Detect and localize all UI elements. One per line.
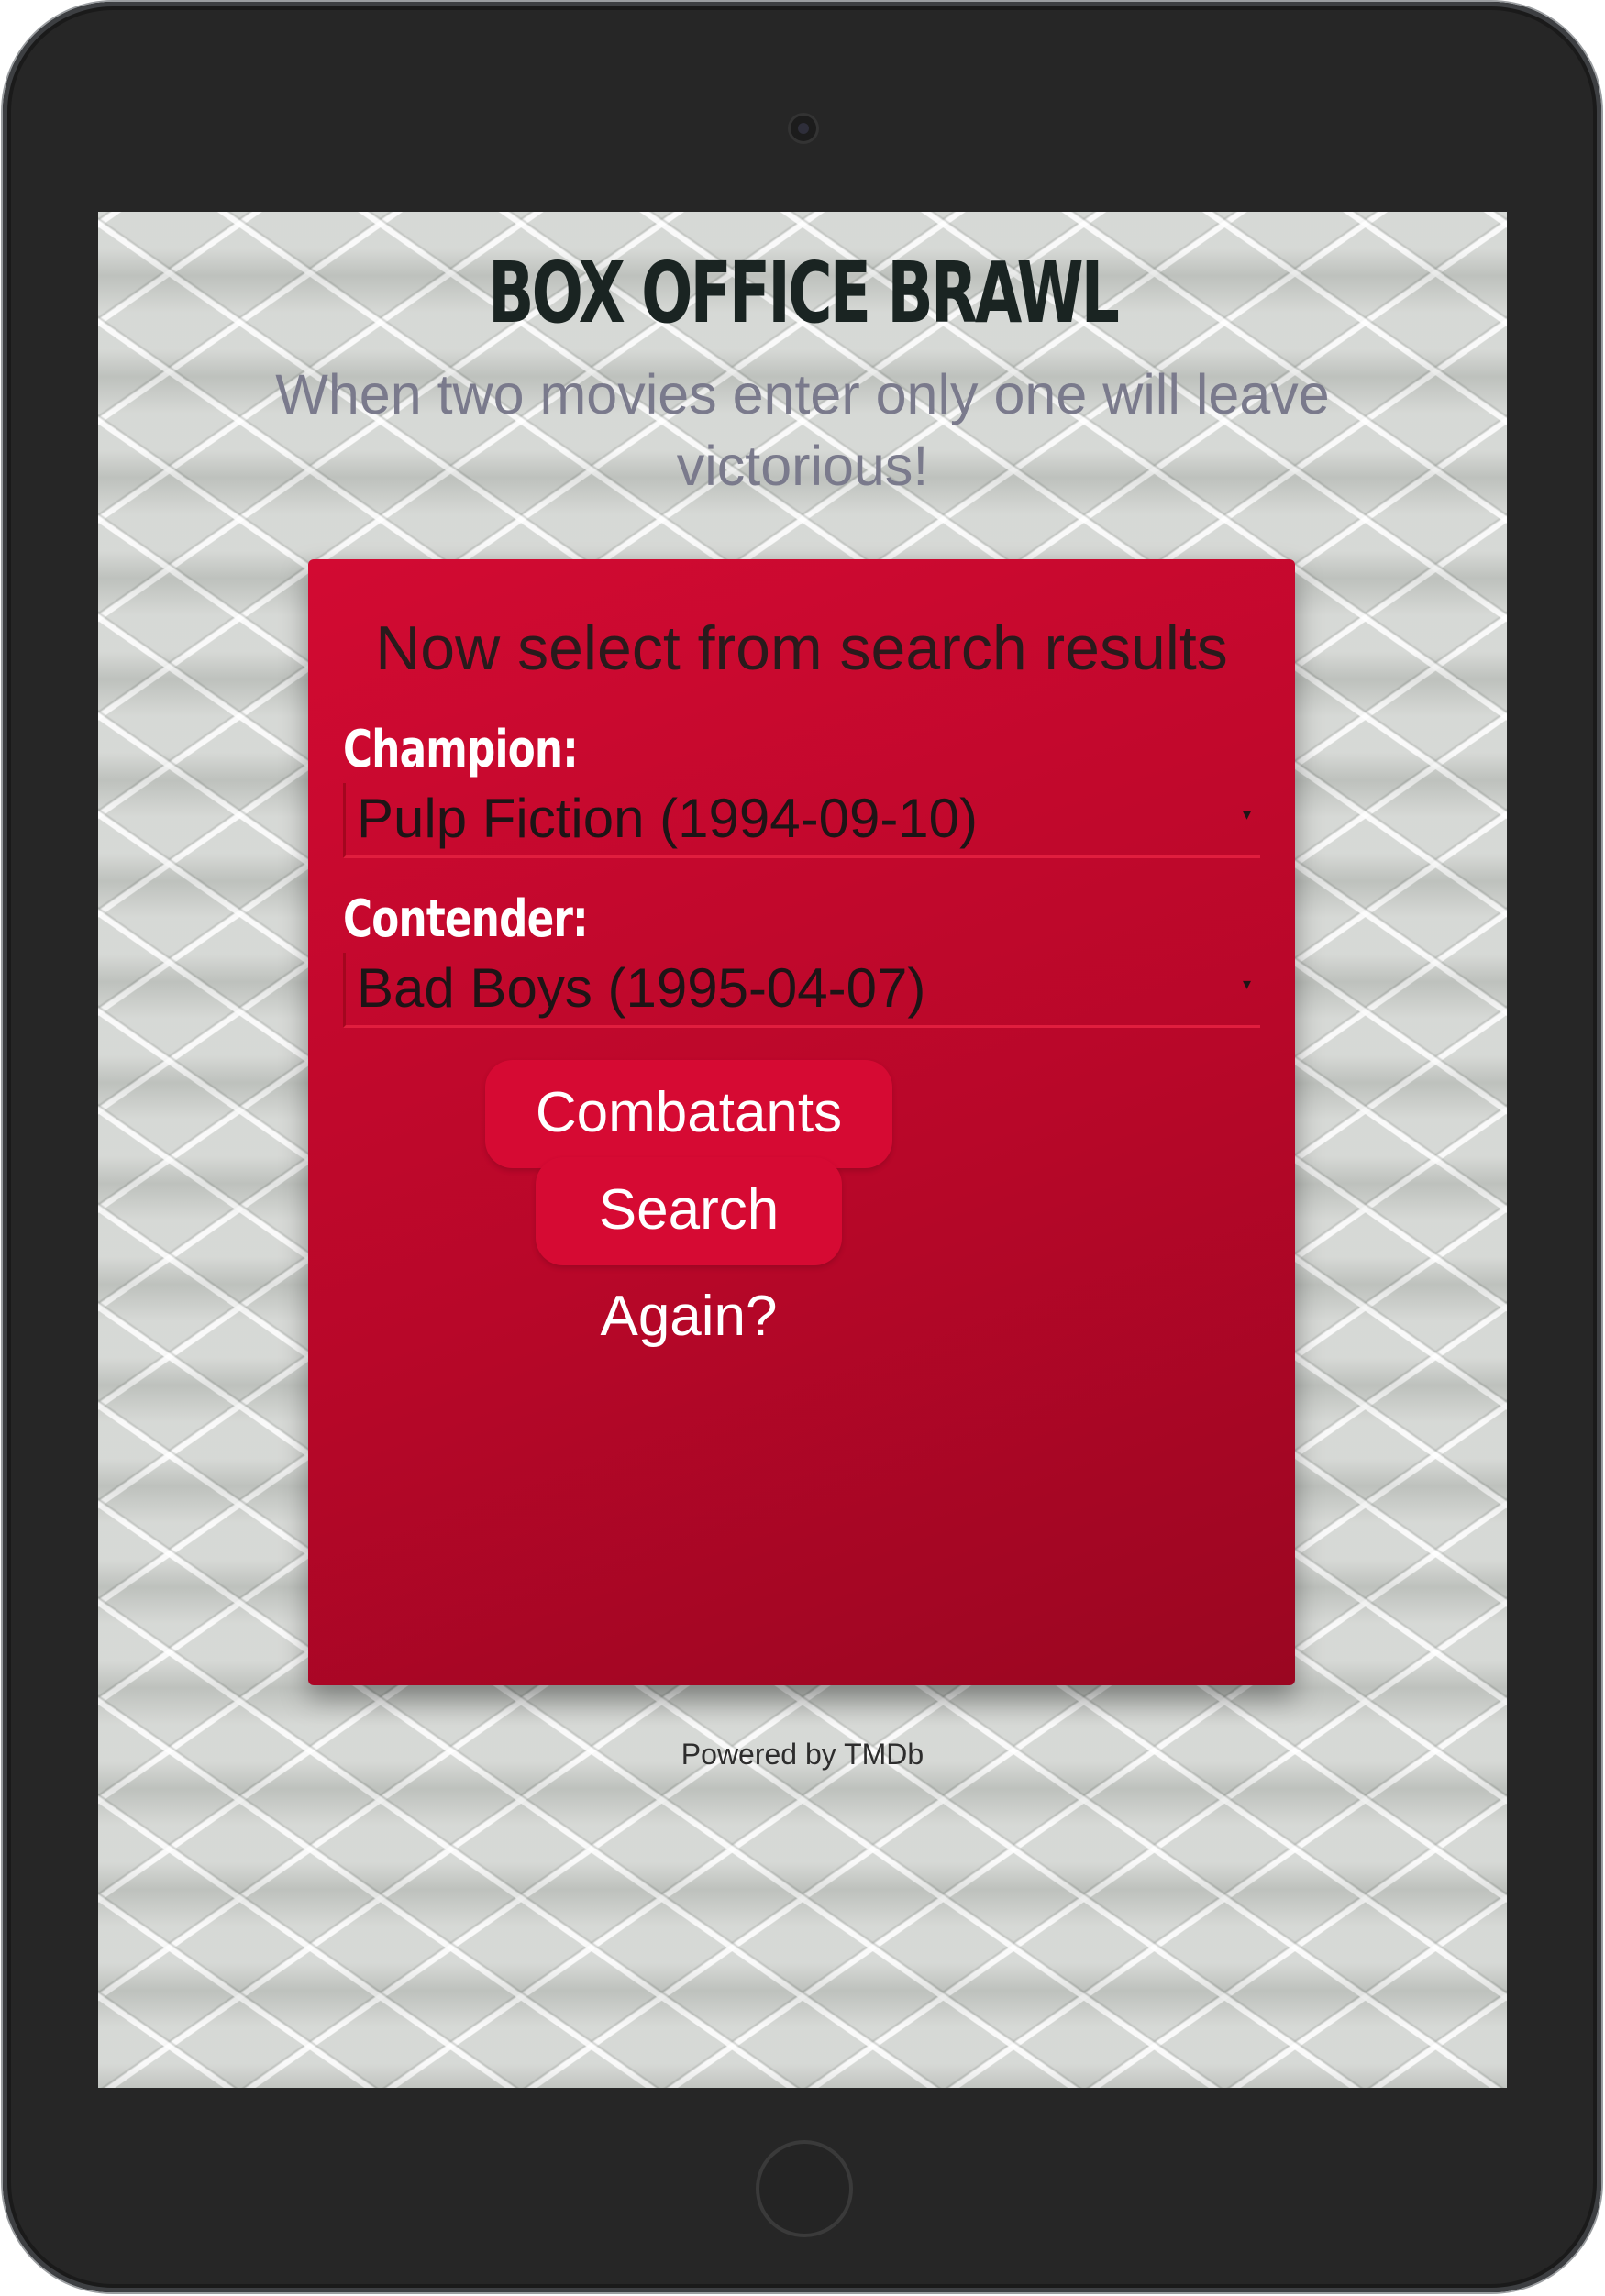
contender-select-value: Bad Boys (1995-04-07) <box>357 957 926 1019</box>
chevron-down-icon: ▾ <box>1242 975 1251 993</box>
app-tagline: When two movies enter only one will leav… <box>275 363 1330 497</box>
selection-card: Now select from search results Champion:… <box>308 559 1295 1685</box>
camera-icon <box>791 116 816 141</box>
home-button[interactable] <box>756 2140 853 2237</box>
contender-label: Contender: <box>343 889 589 949</box>
champion-label: Champion: <box>343 720 579 779</box>
champion-select[interactable]: Pulp Fiction (1994-09-10) ▾ <box>343 783 1260 858</box>
app-screen: BOX OFFICE BRAWL When two movies enter o… <box>98 212 1507 2088</box>
tablet-frame: BOX OFFICE BRAWL When two movies enter o… <box>3 2 1601 2292</box>
chevron-down-icon: ▾ <box>1242 805 1251 823</box>
app-title: BOX OFFICE BRAWL <box>488 244 1120 342</box>
card-title: Now select from search results <box>375 613 1228 683</box>
search-again-button[interactable]: Search Again? <box>536 1157 842 1348</box>
champion-select-value: Pulp Fiction (1994-09-10) <box>357 788 979 849</box>
powered-by-footer: Powered by TMDb <box>681 1738 924 1771</box>
combatants-ready-button[interactable]: Combatants Ready! <box>485 1060 892 1251</box>
contender-select[interactable]: Bad Boys (1995-04-07) ▾ <box>343 953 1260 1028</box>
